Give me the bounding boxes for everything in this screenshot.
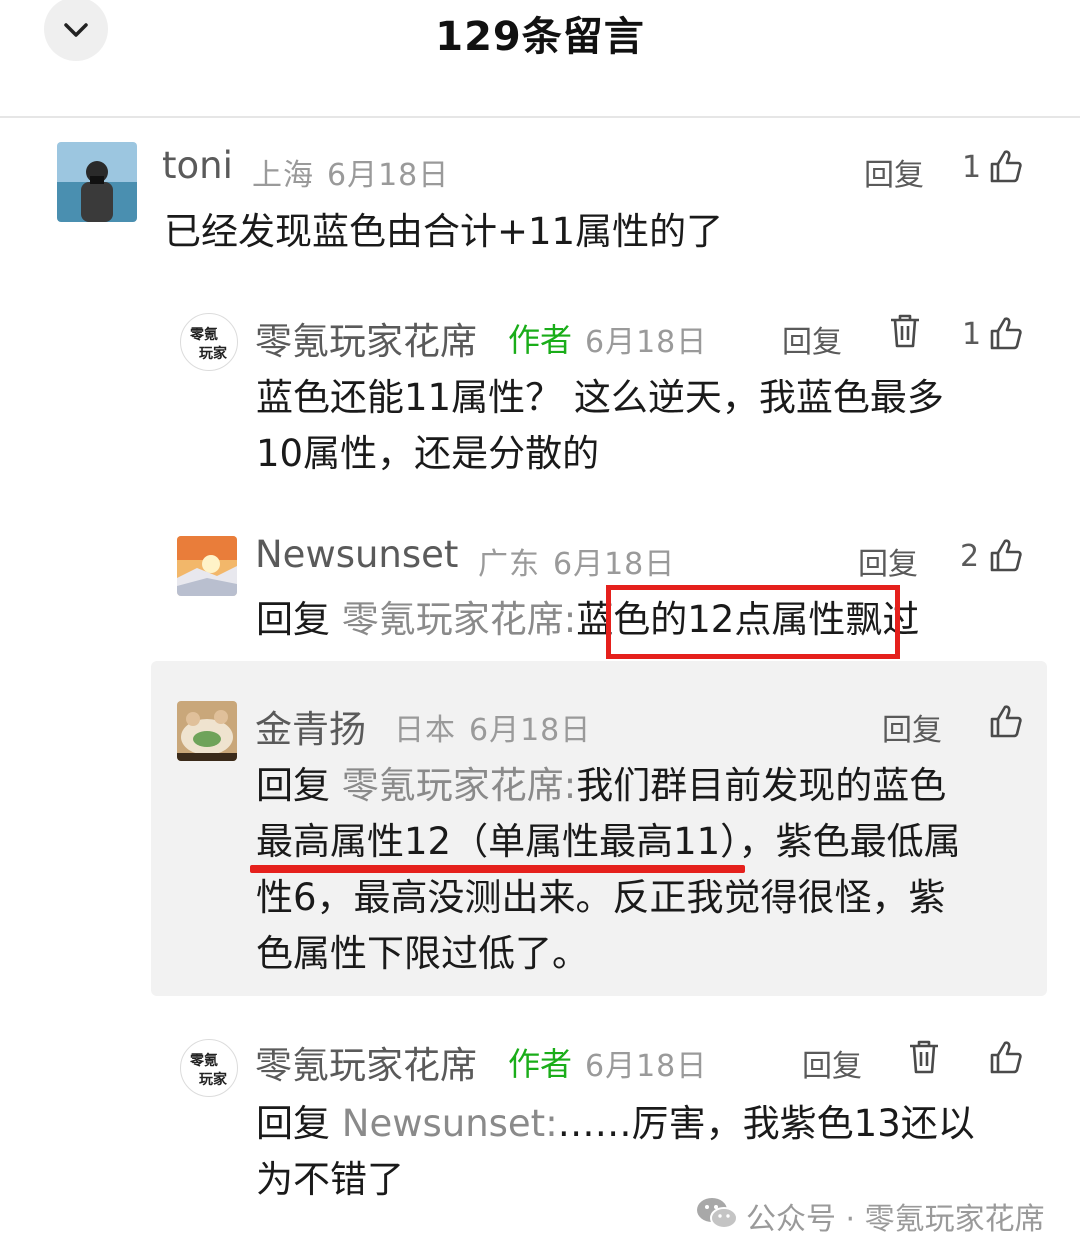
like-count: 2: [960, 539, 980, 574]
comment-date: 6月18日: [469, 713, 592, 748]
commenter-name[interactable]: 零氪玩家花席: [255, 311, 477, 365]
watermark-text: 公众号 · 零氪玩家花席: [746, 1202, 1045, 1237]
comment-date: 6月18日: [327, 158, 450, 193]
reply-target[interactable]: Newsunset:: [342, 1102, 558, 1145]
annotation-underline: [250, 865, 745, 873]
delete-icon[interactable]: [888, 313, 922, 349]
avatar[interactable]: [177, 701, 237, 761]
reply-prefix: 回复: [256, 764, 330, 807]
thumbs-up-icon[interactable]: [988, 148, 1024, 184]
commenter-name[interactable]: 零氪玩家花席: [255, 1035, 477, 1089]
thumbs-up-icon[interactable]: [988, 537, 1024, 573]
page-title: 129条留言: [435, 14, 645, 60]
comment-date: 6月18日: [585, 1049, 708, 1084]
reply-prefix: 回复: [256, 1102, 330, 1145]
comment-text: 回复 Newsunset:……厉害，我紫色13还以 为不错了: [256, 1102, 975, 1201]
annotation-box: [606, 585, 900, 659]
avatar[interactable]: [177, 536, 237, 596]
reply-button[interactable]: 回复: [858, 539, 918, 583]
comment-location: 上海: [252, 158, 314, 193]
reply-button[interactable]: 回复: [782, 317, 842, 361]
author-badge: 作者: [508, 1045, 573, 1083]
reply-target[interactable]: 零氪玩家花席:: [342, 598, 576, 641]
avatar[interactable]: 零氪 玩家: [180, 1039, 238, 1097]
commenter-name[interactable]: 金青扬: [255, 699, 366, 753]
avatar[interactable]: 零氪 玩家: [180, 313, 238, 371]
avatar[interactable]: [57, 142, 137, 222]
like-count: 1: [962, 317, 982, 352]
comment-text: 已经发现蓝色由合计+11属性的了: [164, 210, 724, 253]
delete-icon[interactable]: [907, 1039, 941, 1075]
comment-text: 蓝色还能11属性？ 这么逆天，我蓝色最多 10属性，还是分散的: [256, 376, 944, 475]
thumbs-up-icon[interactable]: [988, 315, 1024, 351]
comment-date: 6月18日: [585, 325, 708, 360]
comment-location: 广东: [478, 547, 540, 582]
comment-date: 6月18日: [553, 547, 676, 582]
reply-button[interactable]: 回复: [864, 150, 924, 194]
reply-button[interactable]: 回复: [882, 705, 942, 749]
header: 129条留言: [0, 0, 1080, 118]
like-count: 1: [962, 150, 982, 185]
thumbs-up-icon[interactable]: [988, 703, 1024, 739]
author-badge: 作者: [508, 321, 573, 359]
thumbs-up-icon[interactable]: [988, 1039, 1024, 1075]
comment-location: 日本: [394, 713, 456, 748]
reply-button[interactable]: 回复: [802, 1041, 862, 1085]
wechat-icon: [697, 1198, 738, 1229]
reply-prefix: 回复: [256, 598, 330, 641]
reply-target[interactable]: 零氪玩家花席:: [342, 764, 576, 807]
commenter-name[interactable]: toni: [162, 144, 233, 187]
commenter-name[interactable]: Newsunset: [255, 533, 458, 576]
